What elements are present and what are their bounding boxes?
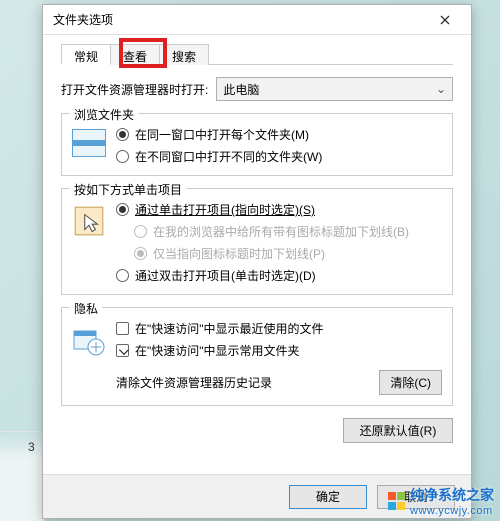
radio-icon: [116, 203, 129, 216]
privacy-icon: [72, 323, 106, 357]
checkbox-recent-files[interactable]: 在"快速访问"中显示最近使用的文件: [116, 320, 442, 337]
group-title-privacy: 隐私: [70, 300, 102, 317]
titlebar: 文件夹选项: [43, 5, 471, 35]
chevron-down-icon: ⌄: [436, 82, 446, 96]
radio-new-window[interactable]: 在不同窗口中打开不同的文件夹(W): [116, 148, 442, 165]
browse-folders-group: 浏览文件夹 在同一窗口中打开每个文件夹(M) 在不同窗口中打开不同的文件夹(W): [61, 113, 453, 176]
radio-double-click[interactable]: 通过双击打开项目(单击时选定)(D): [116, 267, 442, 284]
click-items-group: 按如下方式单击项目 通过单击打开项目(指向时选定)(S) 在我的浏览器中给所有带…: [61, 188, 453, 295]
tab-general[interactable]: 常规: [61, 44, 111, 65]
window-icon: [72, 129, 106, 157]
dialog-title: 文件夹选项: [53, 11, 425, 28]
radio-underline-all[interactable]: 在我的浏览器中给所有带有图标标题加下划线(B): [134, 223, 442, 240]
tab-view[interactable]: 查看: [110, 44, 160, 65]
watermark-domain: www.ycwjy.com: [410, 505, 494, 517]
watermark-logo-icon: [388, 492, 406, 510]
clear-button[interactable]: 清除(C): [379, 370, 442, 395]
open-explorer-dropdown[interactable]: 此电脑 ⌄: [216, 77, 453, 101]
watermark: 纯净系统之家 www.ycwjy.com: [388, 485, 494, 517]
folder-options-dialog: 文件夹选项 常规 查看 搜索 打开文件资源管理器时打开: 此电脑 ⌄ 浏览文件夹: [42, 4, 472, 519]
group-title-browse: 浏览文件夹: [70, 106, 138, 123]
radio-icon: [134, 247, 147, 260]
clear-history-label: 清除文件资源管理器历史记录: [116, 374, 371, 391]
radio-icon: [116, 269, 129, 282]
radio-same-window[interactable]: 在同一窗口中打开每个文件夹(M): [116, 126, 442, 143]
close-icon: [440, 15, 450, 25]
tab-search[interactable]: 搜索: [159, 44, 209, 65]
restore-defaults-button[interactable]: 还原默认值(R): [343, 418, 453, 443]
page-number: 3: [28, 440, 35, 454]
radio-icon: [116, 128, 129, 141]
radio-single-click[interactable]: 通过单击打开项目(指向时选定)(S): [116, 201, 442, 218]
privacy-group: 隐私 在"快速访问"中显示最近使用的文件 在"快速访问"中显示常用文件夹 清: [61, 307, 453, 406]
watermark-brand: 纯净系统之家: [410, 487, 494, 503]
checkbox-frequent-folders[interactable]: 在"快速访问"中显示常用文件夹: [116, 342, 442, 359]
radio-underline-point[interactable]: 仅当指向图标标题时加下划线(P): [134, 245, 442, 262]
checkbox-icon: [116, 322, 129, 335]
checkbox-icon: [116, 344, 129, 357]
ok-button[interactable]: 确定: [289, 485, 367, 509]
dropdown-value: 此电脑: [223, 81, 259, 98]
open-explorer-label: 打开文件资源管理器时打开:: [61, 81, 208, 98]
cursor-icon: [72, 204, 106, 238]
radio-icon: [134, 225, 147, 238]
group-title-click: 按如下方式单击项目: [70, 181, 186, 198]
tab-bar: 常规 查看 搜索: [61, 43, 453, 65]
close-button[interactable]: [425, 7, 465, 33]
radio-icon: [116, 150, 129, 163]
